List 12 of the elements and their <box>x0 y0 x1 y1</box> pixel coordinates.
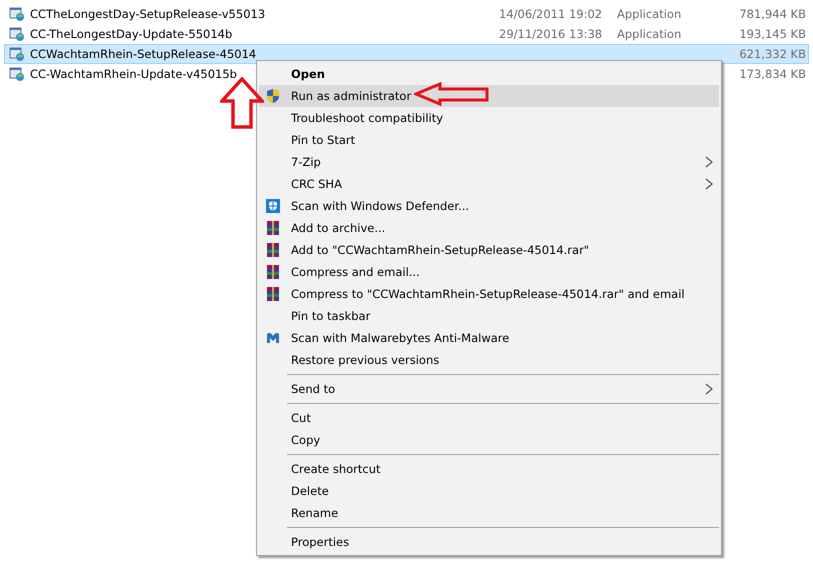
file-date: 29/11/2016 13:38 <box>499 27 602 41</box>
file-name: CCTheLongestDay-SetupRelease-v55013 <box>30 7 266 21</box>
file-name: CCWachtamRhein-SetupRelease-45014 <box>30 47 256 61</box>
file-size: 173,834 KB <box>739 67 806 81</box>
file-type: Application <box>617 7 682 21</box>
file-size: 193,145 KB <box>739 27 806 41</box>
file-type: Application <box>617 27 682 41</box>
file-size: 621,332 KB <box>739 47 806 61</box>
file-name: CC-TheLongestDay-Update-55014b <box>30 27 232 41</box>
file-date: 14/06/2011 19:02 <box>499 7 602 21</box>
file-name: CC-WachtamRhein-Update-v45015b <box>30 67 237 81</box>
file-size: 781,944 KB <box>739 7 806 21</box>
